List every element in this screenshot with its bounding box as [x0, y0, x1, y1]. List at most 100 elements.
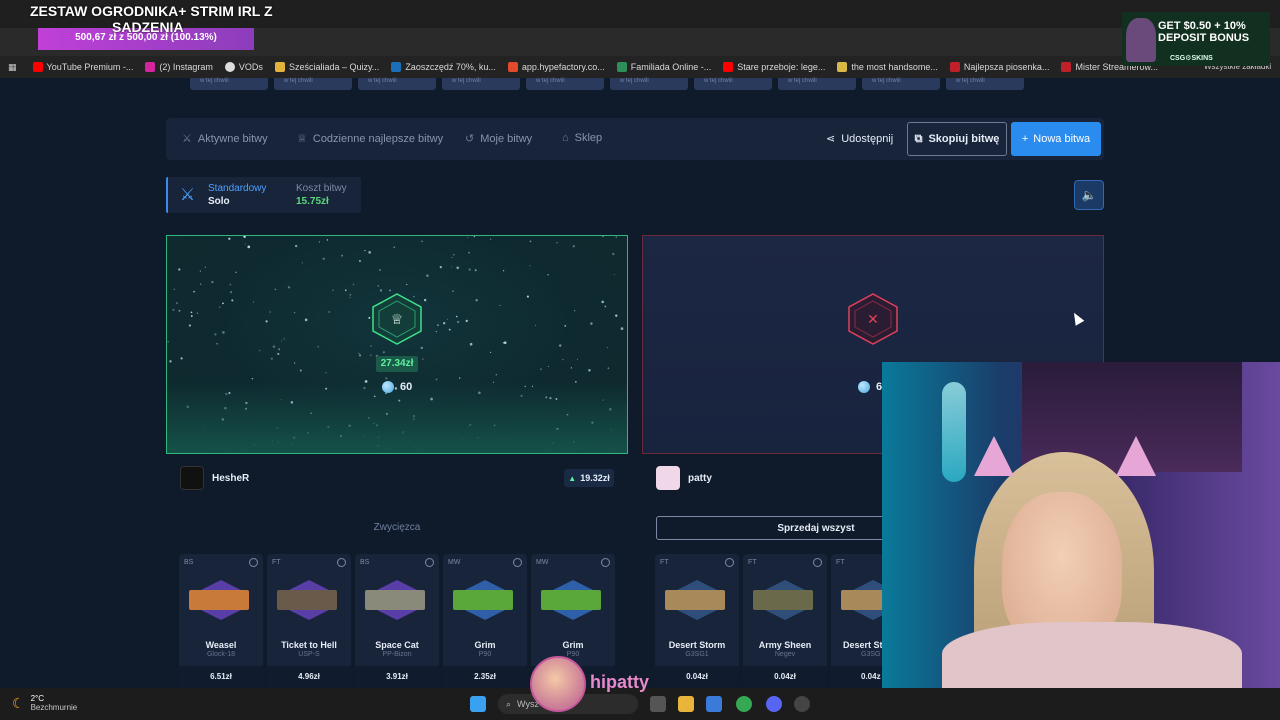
bookmark[interactable]: VODs [224, 62, 263, 72]
bookmark[interactable]: Sześcialiada – Quizy... [274, 62, 379, 72]
live-drop-card[interactable]: w tej chwili [526, 78, 604, 90]
star [175, 302, 178, 305]
star [572, 245, 575, 248]
star [376, 444, 380, 448]
bookmark[interactable]: Najlepsza piosenka... [949, 62, 1049, 72]
checkbox-icon[interactable] [337, 558, 346, 567]
star [562, 358, 564, 361]
live-drop-card[interactable]: w tej chwili [610, 78, 688, 90]
trophy-hex-icon: ♕ [372, 293, 422, 345]
obs-icon[interactable] [794, 696, 810, 712]
checkbox-icon[interactable] [813, 558, 822, 567]
stream-title: ZESTAW OGRODNIKA+ STRIM IRL Z [30, 3, 273, 19]
live-drop-card[interactable]: w tej chwili [274, 78, 352, 90]
star [421, 240, 423, 243]
bookmark[interactable]: Stare przeboje: lege... [723, 62, 825, 72]
bookmark[interactable]: the most handsome... [837, 62, 938, 72]
item-card[interactable]: BS Weasel Glock-18 6.51zł [179, 554, 263, 688]
star [364, 435, 366, 437]
star [420, 346, 423, 350]
sell-all-button[interactable]: Sprzedaj wszyst [656, 516, 896, 540]
item-card[interactable]: BS Space Cat PP-Bizon 3.91zł [355, 554, 439, 688]
star [490, 238, 492, 240]
item-card[interactable]: FT Desert St G3SG 0.04z [831, 554, 883, 688]
live-drop-card[interactable]: w tej chwili [862, 78, 940, 90]
task-view-icon[interactable] [650, 696, 666, 712]
bookmark[interactable]: app.hypefactory.co... [507, 62, 605, 72]
player-left[interactable]: HesheR [180, 464, 249, 492]
checkbox-icon[interactable] [513, 558, 522, 567]
live-drop-card[interactable]: w tej chwili [190, 78, 268, 90]
battle-mode-value: Solo [208, 196, 230, 207]
bookmark[interactable]: Familiada Online -... [616, 62, 711, 72]
star [448, 328, 451, 331]
item-name: Weasel [205, 640, 237, 650]
promo-banner[interactable]: GET $0.50 + 10% DEPOSIT BONUS CSG⚙SKINS [1122, 12, 1270, 66]
chrome-icon[interactable] [736, 696, 752, 712]
star [258, 349, 261, 352]
item-card[interactable]: FT Ticket to Hell USP-S 4.96zł [267, 554, 351, 688]
coin-icon [382, 381, 394, 393]
store-icon[interactable] [706, 696, 722, 712]
share-button[interactable]: ⋖ Udostępnij [826, 132, 893, 146]
star [546, 448, 549, 451]
item-card[interactable]: FT Army Sheen Negev 0.04zł [743, 554, 827, 688]
star [325, 372, 327, 374]
item-card[interactable]: MW Grim P90 2.35zł [443, 554, 527, 688]
star [495, 373, 498, 376]
star [348, 424, 351, 427]
star [409, 440, 411, 442]
nav-daily-best-battles[interactable]: ♕ Codzienne najlepsze bitwy [297, 132, 443, 146]
star [473, 236, 476, 238]
familiada-icon [616, 62, 627, 72]
bookmark[interactable]: (2) Instagram [145, 62, 213, 72]
new-battle-button[interactable]: + Nowa bitwa [1011, 122, 1101, 156]
windows-start-icon[interactable] [470, 696, 486, 712]
star [615, 314, 618, 317]
star [606, 347, 608, 349]
star [398, 399, 401, 402]
live-drop-card[interactable]: w tej chwili [778, 78, 856, 90]
star [385, 377, 388, 380]
bookmark[interactable]: Zaoszczędź 70%, ku... [391, 62, 496, 72]
star [358, 352, 360, 355]
copy-battle-button[interactable]: ⧉ Skopiuj bitwę [907, 122, 1007, 156]
star [186, 405, 190, 409]
star [539, 368, 542, 371]
nav-my-battles[interactable]: ↺ Moje bitwy [465, 132, 532, 146]
star [377, 436, 380, 439]
star [490, 351, 492, 353]
battle-type-label: Standardowy [208, 183, 267, 194]
star [196, 312, 199, 314]
instagram-icon [145, 62, 156, 72]
checkbox-icon[interactable] [249, 558, 258, 567]
live-drop-card[interactable]: w tej chwili [694, 78, 772, 90]
star [199, 270, 201, 272]
star [474, 269, 477, 272]
player-right[interactable]: patty [656, 464, 712, 492]
youtube-icon [723, 62, 734, 72]
live-drop-card[interactable]: w tej chwili [442, 78, 520, 90]
nav-active-battles[interactable]: ⚔ Aktywne bitwy [182, 132, 268, 146]
coin-icon [858, 381, 870, 393]
sound-toggle-button[interactable]: 🔈 [1074, 180, 1104, 210]
checkbox-icon[interactable] [725, 558, 734, 567]
item-grade: FT [272, 559, 281, 566]
discord-icon[interactable] [766, 696, 782, 712]
item-card[interactable]: FT Desert Storm G3SG1 0.04zł [655, 554, 739, 688]
nav-shop[interactable]: ⌂ Sklep [562, 132, 602, 144]
weather-widget[interactable]: ☾ 2°C Bezchmurnie [12, 694, 77, 712]
bookmark[interactable]: YouTube Premium -... [32, 62, 133, 72]
checkbox-icon[interactable] [601, 558, 610, 567]
live-drop-card[interactable]: w tej chwili [946, 78, 1024, 90]
file-explorer-icon[interactable] [678, 696, 694, 712]
apps-grid-icon[interactable]: ▦ [8, 62, 17, 73]
star [318, 241, 320, 243]
live-drop-card[interactable]: w tej chwili [358, 78, 436, 90]
star [520, 394, 523, 397]
star [549, 396, 552, 400]
checkbox-icon[interactable] [425, 558, 434, 567]
star [575, 381, 577, 383]
item-type: G3SG [861, 651, 881, 658]
star [499, 304, 501, 306]
